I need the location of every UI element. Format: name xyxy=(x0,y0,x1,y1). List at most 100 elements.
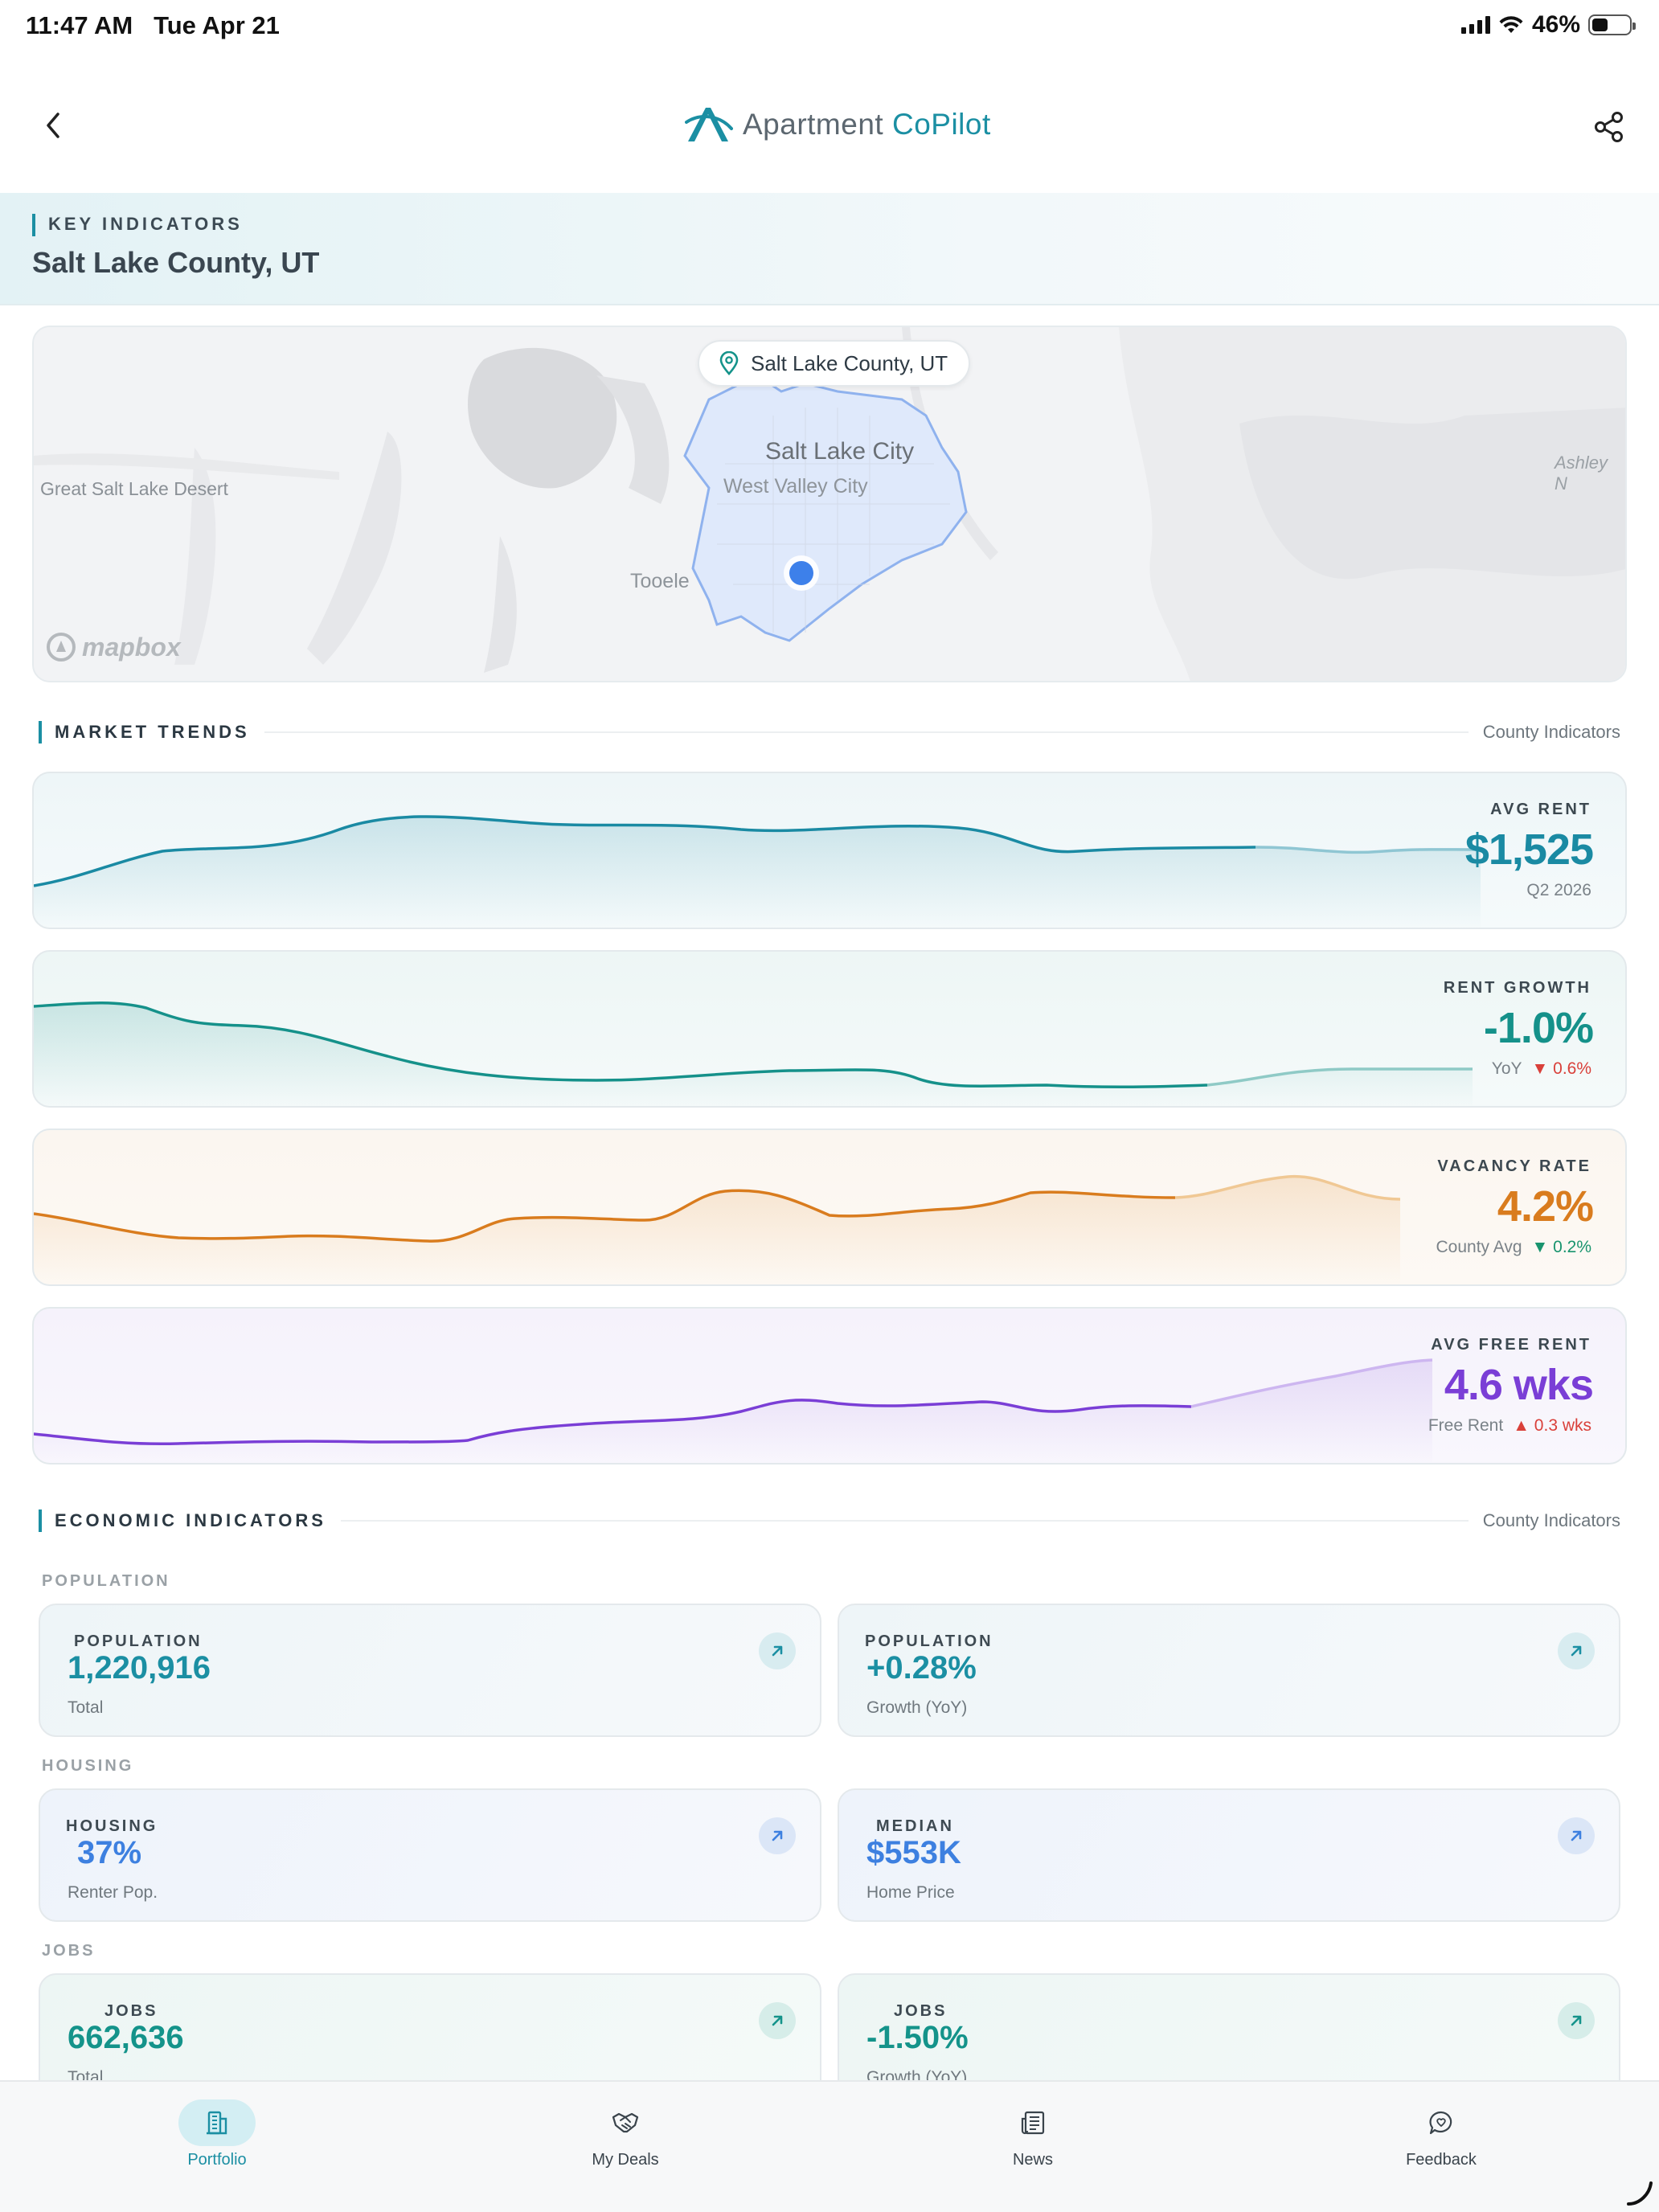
population-total-card[interactable]: POPULATION 1,220,916 Total xyxy=(39,1604,821,1737)
card-label: VACANCY RATE xyxy=(1437,1157,1591,1175)
card-delta: ▼ 0.6% xyxy=(1531,1059,1591,1078)
card-sub: Q2 2026 xyxy=(1526,881,1591,900)
rent-growth-card[interactable]: RENT GROWTH -1.0% YoY ▼ 0.6% xyxy=(32,950,1627,1108)
tab-label: Feedback xyxy=(1406,2151,1477,2169)
rent-growth-sparkline xyxy=(34,1002,1473,1106)
card-label: AVG RENT xyxy=(1490,801,1591,818)
handshake-icon xyxy=(587,2099,664,2146)
population-growth-card[interactable]: POPULATION +0.28% Growth (YoY) xyxy=(838,1604,1620,1737)
open-detail-button[interactable] xyxy=(759,1632,796,1669)
map-pin-icon xyxy=(719,351,739,375)
back-button[interactable] xyxy=(35,108,71,143)
battery-icon xyxy=(1588,14,1636,35)
newspaper-icon xyxy=(994,2099,1071,2146)
median-home-price-card[interactable]: MEDIAN $553K Home Price xyxy=(838,1788,1620,1922)
app-title: Apartment CoPilot xyxy=(743,108,991,141)
card-label: JOBS xyxy=(894,2002,948,2020)
section-subtitle: County Indicators xyxy=(1482,722,1620,742)
card-sub: Renter Pop. xyxy=(68,1883,158,1902)
county-map[interactable]: Salt Lake County, UT Salt Lake City West… xyxy=(32,326,1627,682)
status-time: 11:47 AM Tue Apr 21 xyxy=(26,11,280,40)
card-sub: YoY ▼ 0.6% xyxy=(1492,1059,1591,1079)
map-label-city: Salt Lake City xyxy=(765,438,915,465)
card-sub-text: Q2 2026 xyxy=(1526,881,1591,899)
open-detail-button[interactable] xyxy=(1558,1817,1595,1854)
card-value: 1,220,916 xyxy=(68,1650,211,1686)
map-label-ashley: Ashley N xyxy=(1555,453,1608,494)
chat-bubble-icon xyxy=(1403,2099,1480,2146)
section-title: MARKET TRENDS xyxy=(55,722,250,742)
card-sub: Total xyxy=(68,1698,104,1717)
divider xyxy=(264,731,1469,733)
divider xyxy=(340,1520,1469,1522)
avg-free-rent-sparkline xyxy=(34,1358,1433,1463)
accent-bar xyxy=(39,1509,42,1532)
card-label: MEDIAN xyxy=(876,1817,954,1835)
share-button[interactable] xyxy=(1591,109,1627,145)
card-value: $1,525 xyxy=(1464,825,1594,874)
tab-portfolio[interactable]: Portfolio xyxy=(121,2099,313,2169)
card-label: HOUSING xyxy=(66,1817,158,1835)
mapbox-logo-icon xyxy=(47,633,76,662)
vacancy-rate-sparkline xyxy=(34,1174,1401,1284)
group-label-jobs: JOBS xyxy=(42,1942,96,1960)
status-bar: 11:47 AM Tue Apr 21 46% xyxy=(0,0,1659,51)
clock: 11:47 AM xyxy=(26,11,133,39)
card-label: POPULATION xyxy=(865,1632,993,1650)
mapbox-attribution[interactable]: mapbox xyxy=(45,631,181,663)
building-icon xyxy=(178,2099,256,2146)
tab-label: My Deals xyxy=(592,2151,659,2169)
open-detail-button[interactable] xyxy=(759,2002,796,2039)
tab-label: Portfolio xyxy=(187,2151,247,2169)
card-label: POPULATION xyxy=(74,1632,203,1650)
tab-feedback[interactable]: Feedback xyxy=(1345,2099,1538,2169)
map-chip-label: Salt Lake County, UT xyxy=(751,350,948,375)
card-label: AVG FREE RENT xyxy=(1431,1336,1591,1354)
avg-free-rent-card[interactable]: AVG FREE RENT 4.6 wks Free Rent ▲ 0.3 wks xyxy=(32,1307,1627,1464)
map-label-tooele: Tooele xyxy=(630,570,690,592)
map-label-desert: Great Salt Lake Desert xyxy=(40,478,228,499)
tab-my-deals[interactable]: My Deals xyxy=(529,2099,722,2169)
share-icon xyxy=(1595,112,1623,142)
chevron-left-icon xyxy=(47,113,59,138)
card-value: 4.2% xyxy=(1497,1182,1594,1231)
avg-rent-card[interactable]: AVG RENT $1,525 Q2 2026 xyxy=(32,772,1627,929)
banner-eyebrow: KEY INDICATORS xyxy=(48,214,243,234)
open-detail-button[interactable] xyxy=(1558,1632,1595,1669)
market-trends-header: MARKET TRENDS County Indicators xyxy=(39,720,1620,744)
resize-corner-icon xyxy=(1627,2181,1653,2206)
tab-news[interactable]: News xyxy=(936,2099,1129,2169)
map-location-chip[interactable]: Salt Lake County, UT xyxy=(698,340,971,387)
card-label: JOBS xyxy=(104,2002,158,2020)
card-delta: ▼ 0.2% xyxy=(1531,1238,1591,1256)
section-subtitle: County Indicators xyxy=(1482,1510,1620,1530)
card-value: 37% xyxy=(77,1835,142,1870)
arrow-up-right-icon xyxy=(772,1830,783,1841)
cellular-signal-icon xyxy=(1460,16,1490,34)
arrow-up-right-icon xyxy=(772,2015,783,2026)
housing-renter-card[interactable]: HOUSING 37% Renter Pop. xyxy=(39,1788,821,1922)
card-value: 662,636 xyxy=(68,2020,184,2055)
mapbox-wordmark: mapbox xyxy=(82,632,181,662)
wifi-icon xyxy=(1499,16,1523,33)
map-label-west-valley: West Valley City xyxy=(723,475,868,498)
vacancy-rate-card[interactable]: VACANCY RATE 4.2% County Avg ▼ 0.2% xyxy=(32,1129,1627,1286)
battery-percent: 46% xyxy=(1531,11,1580,38)
card-value: +0.28% xyxy=(866,1650,977,1686)
card-value: -1.50% xyxy=(866,2020,969,2055)
card-value: 4.6 wks xyxy=(1444,1361,1594,1409)
status-indicators: 46% xyxy=(1460,11,1636,39)
card-sub-text: YoY xyxy=(1491,1059,1522,1078)
app-logo: Apartment CoPilot xyxy=(685,104,991,145)
accent-bar xyxy=(32,214,35,236)
card-value: -1.0% xyxy=(1483,1004,1594,1052)
avg-rent-sparkline xyxy=(34,815,1481,928)
arrow-up-right-icon xyxy=(1571,1645,1582,1657)
app-header: Apartment CoPilot xyxy=(0,51,1659,193)
open-detail-button[interactable] xyxy=(1558,2002,1595,2039)
card-sub: County Avg ▼ 0.2% xyxy=(1436,1238,1591,1257)
arrow-up-right-icon xyxy=(772,1645,783,1657)
open-detail-button[interactable] xyxy=(759,1817,796,1854)
group-label-population: POPULATION xyxy=(42,1572,170,1590)
card-sub-text: County Avg xyxy=(1436,1238,1522,1256)
